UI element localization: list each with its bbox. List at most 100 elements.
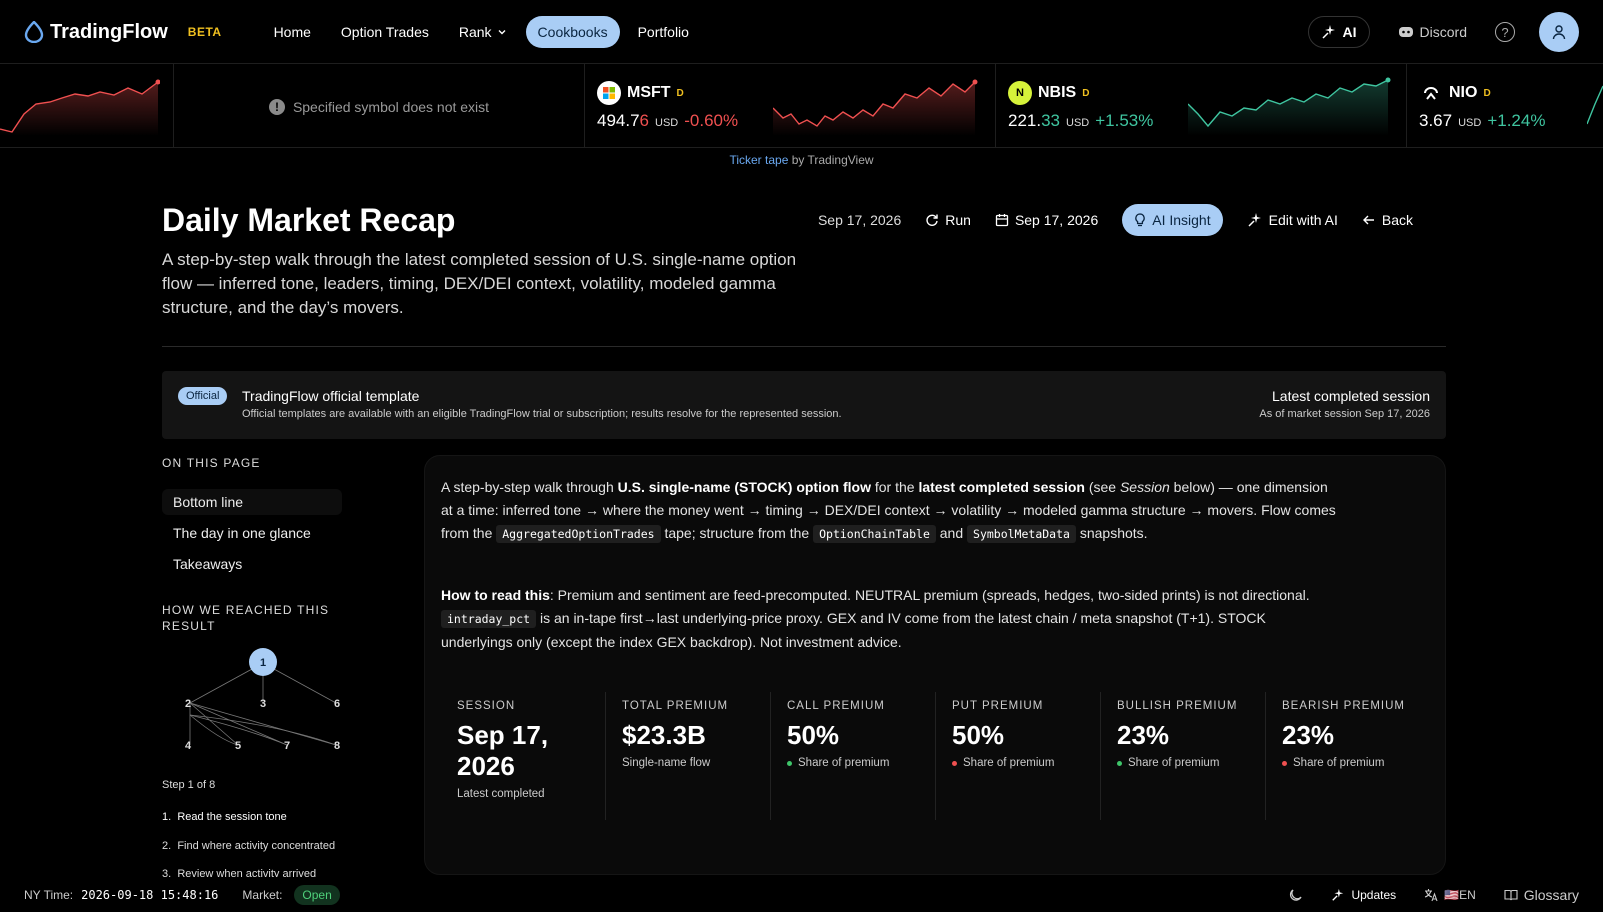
nav-home-label: Home	[273, 24, 311, 40]
text-bold: U.S. single-name (STOCK) option flow	[617, 479, 871, 495]
graph-node-8[interactable]: 8	[334, 740, 340, 752]
nav-rank-label: Rank	[458, 24, 492, 40]
stat-note-text: Share of premium	[1293, 757, 1385, 769]
ny-time-value: 2026-09-18 15:48:16	[81, 887, 219, 902]
language-label: 🇺🇸EN	[1444, 887, 1476, 902]
beta-badge: BETA	[187, 25, 222, 39]
text-bold: latest completed session	[918, 479, 1085, 495]
help-icon[interactable]: ?	[1495, 22, 1515, 42]
avatar[interactable]	[1539, 12, 1579, 52]
edit-with-ai-label: Edit with AI	[1268, 212, 1338, 228]
updates-button[interactable]: Updates	[1331, 888, 1396, 902]
graph-node-7[interactable]: 7	[284, 740, 290, 752]
ticker-price: 494.76 USD -0.60%	[597, 111, 738, 131]
discord-link[interactable]: Discord	[1384, 24, 1481, 40]
stat-value: $23.3B	[622, 720, 706, 750]
top-nav: TradingFlow BETA Home Option Trades Rank…	[0, 0, 1603, 64]
nav-option-trades-label: Option Trades	[340, 24, 429, 40]
official-badge: Official	[178, 387, 228, 405]
edit-with-ai-button[interactable]: Edit with AI	[1247, 204, 1338, 236]
code-span: intraday_pct	[441, 610, 537, 628]
date-picker-button[interactable]: Sep 17, 2026	[995, 204, 1098, 236]
ticker-symbol-text: NIO	[1449, 84, 1478, 101]
text-span: for the	[870, 479, 919, 495]
step-number: 2.	[162, 840, 172, 852]
graph-node-3[interactable]: 3	[260, 698, 266, 710]
graph-node-5[interactable]: 5	[235, 740, 241, 752]
code-span: SymbolMetaData	[967, 525, 1076, 543]
ticker-error-text: Specified symbol does not exist	[292, 98, 490, 115]
sparkline-msft	[773, 79, 978, 136]
price-main: 494.7	[597, 111, 640, 130]
step-item[interactable]: 1. Read the session tone	[162, 811, 287, 823]
official-session-info: Latest completed session As of market se…	[1259, 388, 1430, 420]
page-title: Daily Market Recap	[162, 202, 456, 238]
step-item[interactable]: 2. Find where activity concentrated	[162, 840, 335, 852]
stat-bullish-premium: BULLISH PREMIUM 23% Share of premium	[1101, 692, 1266, 820]
text-span: and	[935, 525, 968, 541]
stat-value: 50%	[952, 720, 1005, 750]
toc-day-at-glance[interactable]: The day in one glance	[162, 520, 342, 546]
nav-portfolio[interactable]: Portfolio	[626, 16, 701, 48]
nav-home[interactable]: Home	[262, 16, 323, 48]
toc-takeaways[interactable]: Takeaways	[162, 551, 342, 577]
nav-rank[interactable]: Rank	[447, 16, 520, 48]
nav-option-trades[interactable]: Option Trades	[329, 16, 441, 48]
graph-node-4[interactable]: 4	[185, 740, 192, 752]
price-change: -0.60%	[684, 111, 739, 130]
nav-cookbooks[interactable]: Cookbooks	[525, 16, 620, 48]
ticker-cell-msft[interactable]: MSFT D 494.76 USD -0.60%	[585, 64, 996, 147]
sparkle-icon	[1332, 888, 1344, 901]
ai-insight-button[interactable]: AI Insight	[1122, 204, 1223, 236]
currency: USD	[1458, 117, 1482, 129]
sparkline-partial	[0, 79, 160, 136]
sparkle-icon	[1322, 25, 1335, 39]
stat-call-premium: CALL PREMIUM 50% Share of premium	[771, 692, 936, 820]
moon-icon[interactable]	[1289, 888, 1303, 902]
divider	[162, 346, 1446, 347]
intro-paragraph: A step-by-step walk through U.S. single-…	[441, 476, 1341, 546]
brand[interactable]: TradingFlow BETA	[24, 21, 222, 44]
back-button[interactable]: Back	[1362, 204, 1413, 236]
step-count: Step 1 of 8	[162, 779, 216, 791]
msft-logo-icon	[597, 81, 621, 105]
stat-label: BEARISH PREMIUM	[1282, 700, 1405, 712]
nio-logo-icon	[1419, 81, 1443, 105]
red-dot-icon	[1282, 760, 1287, 766]
ai-button[interactable]: AI	[1307, 16, 1370, 48]
on-this-page-heading: ON THIS PAGE	[162, 456, 261, 470]
header-actions: Sep 17, 2026 Run Sep 17, 2026 AI Insight…	[818, 204, 1413, 236]
run-button[interactable]: Run	[925, 204, 971, 236]
graph-node-2[interactable]: 2	[185, 698, 191, 710]
updates-label: Updates	[1351, 887, 1397, 902]
stat-note: Share of premium	[952, 757, 1084, 769]
text-italic: Session	[1119, 479, 1170, 495]
ticker-credit-rest: by TradingView	[788, 153, 874, 167]
code-span: OptionChainTable	[813, 525, 936, 543]
toc-bottom-line[interactable]: Bottom line	[162, 489, 342, 515]
ticker-cell-partial[interactable]	[0, 64, 174, 147]
session-date: Sep 17, 2026	[817, 212, 902, 228]
stat-note-text: Latest completed	[457, 788, 545, 800]
ticker-symbol: MSFT D	[597, 81, 684, 105]
discord-icon	[1398, 27, 1413, 37]
sparkline-nbis	[1188, 77, 1391, 136]
ticker-credit-link[interactable]: Ticker tape	[729, 153, 788, 167]
brand-name: TradingFlow	[50, 20, 168, 43]
graph-node-6[interactable]: 6	[334, 698, 340, 710]
back-label: Back	[1381, 212, 1413, 228]
stat-session: SESSION Sep 17, 2026 Latest completed	[441, 692, 606, 820]
ticker-symbol-text: NBIS	[1038, 84, 1077, 101]
discord-label: Discord	[1419, 24, 1467, 40]
ticker-cell-nio[interactable]: NIO D 3.67 USD +1.24%	[1407, 64, 1603, 147]
official-right-sub: As of market session Sep 17, 2026	[1259, 408, 1430, 420]
how-reached-heading: HOW WE REACHED THIS RESULT	[162, 603, 330, 633]
ticker-cell-nbis[interactable]: N NBIS D 221.33 USD +1.53%	[996, 64, 1407, 147]
glossary-button[interactable]: Glossary	[1504, 887, 1579, 903]
green-dot-icon	[1117, 760, 1122, 766]
step-number: 1.	[162, 811, 172, 823]
step-label: Find where activity concentrated	[177, 840, 336, 852]
language-button[interactable]: 🇺🇸EN	[1424, 888, 1476, 902]
tradingflow-logo-icon	[24, 21, 44, 43]
official-banner: Official TradingFlow official template O…	[162, 371, 1446, 439]
